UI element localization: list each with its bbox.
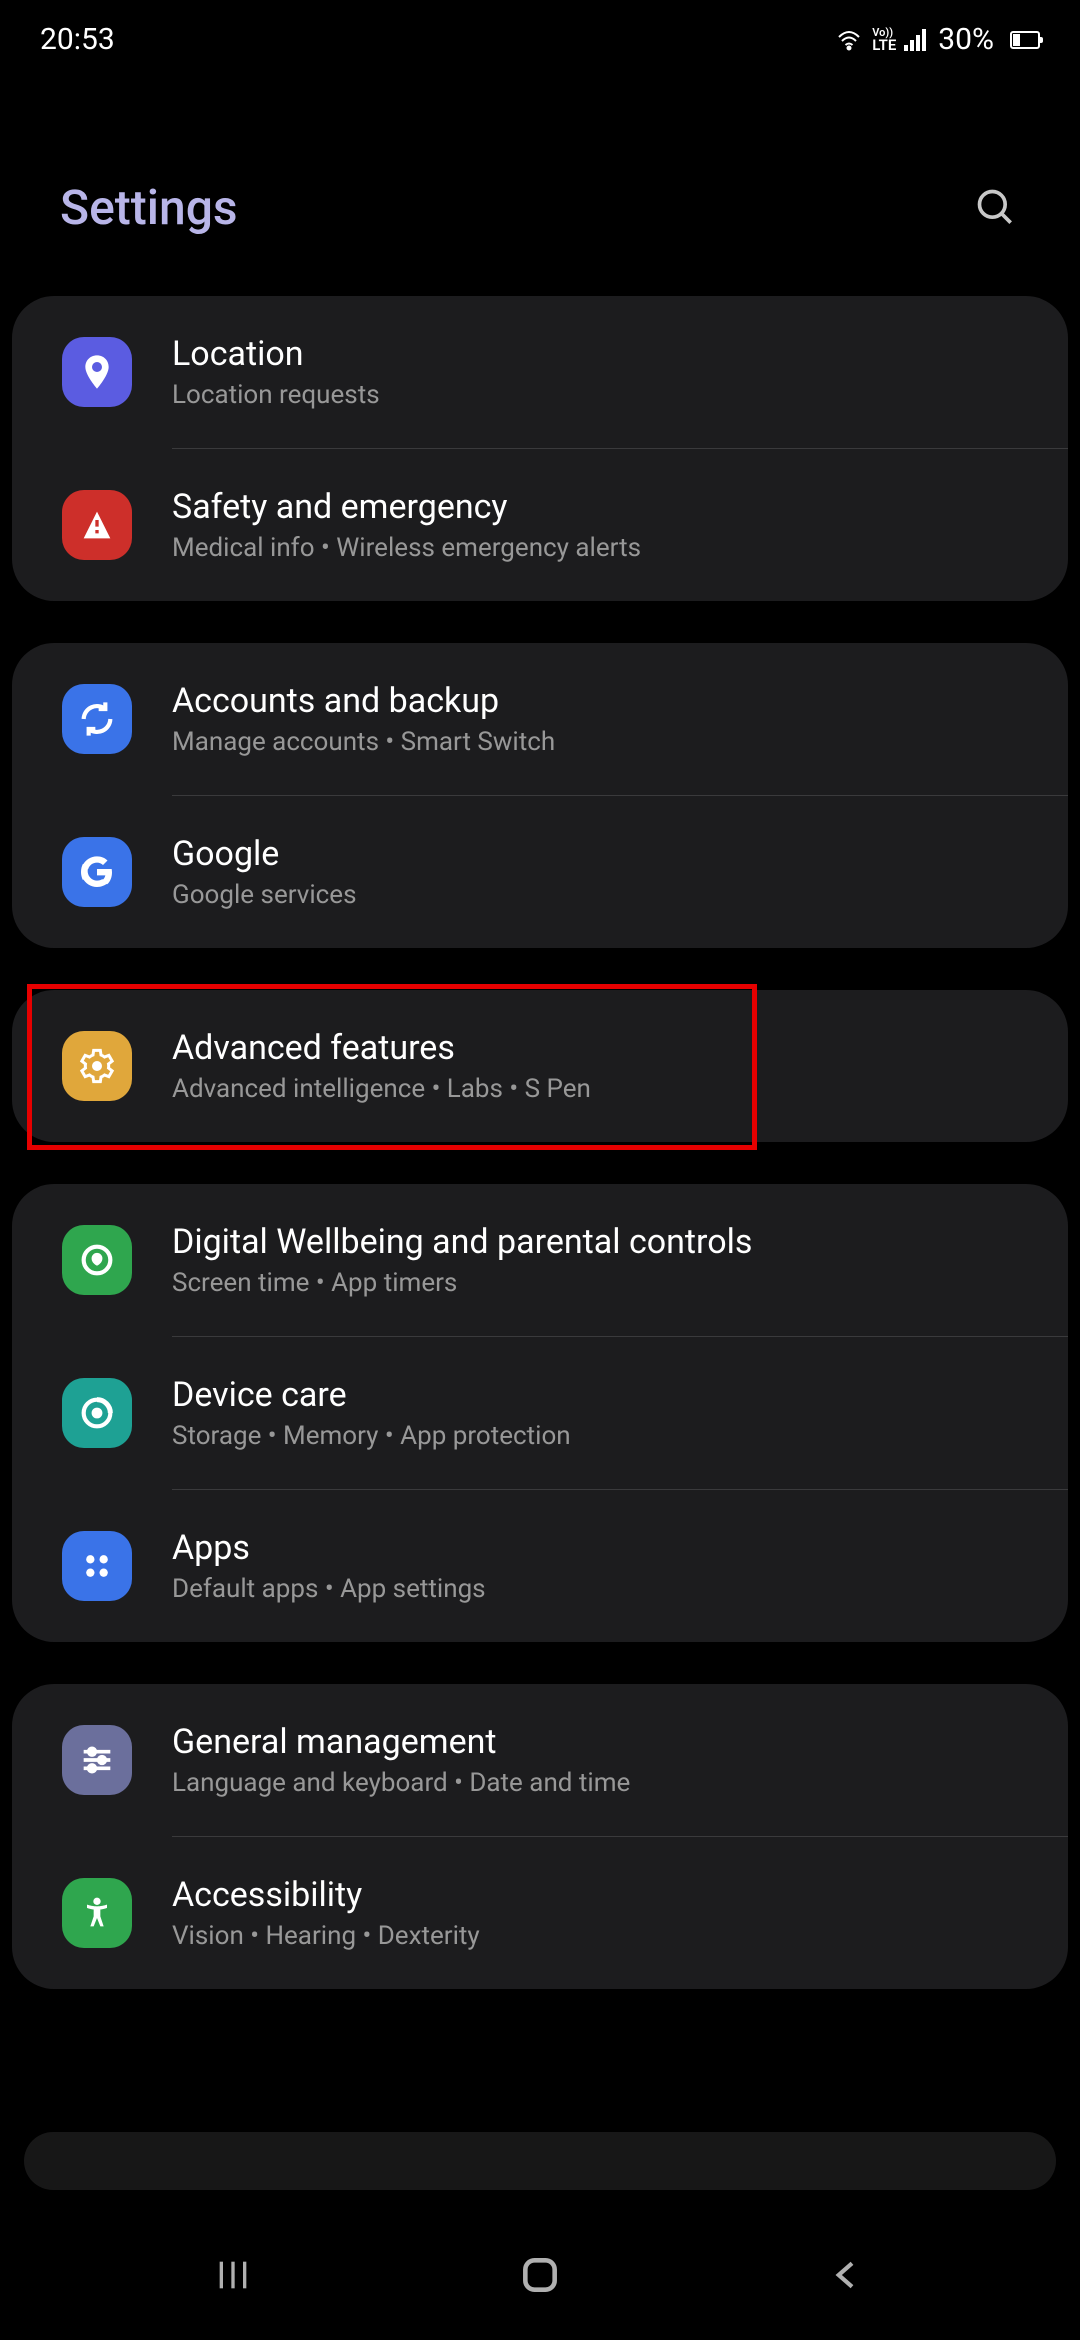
accessibility-icon bbox=[62, 1878, 132, 1948]
item-title: Accounts and backup bbox=[172, 681, 1018, 721]
item-subtitle: Location requests bbox=[172, 380, 1018, 410]
settings-item-sync[interactable]: Accounts and backup Manage accounts • Sma… bbox=[12, 643, 1068, 795]
settings-item-location[interactable]: Location Location requests bbox=[12, 296, 1068, 448]
back-icon bbox=[827, 2255, 867, 2295]
item-title: Google bbox=[172, 834, 1018, 874]
item-title: Apps bbox=[172, 1528, 1018, 1568]
item-text: Google Google services bbox=[172, 834, 1018, 910]
volte-icon: Vo))LTE bbox=[872, 27, 896, 53]
home-button[interactable] bbox=[510, 2245, 570, 2305]
search-icon bbox=[974, 186, 1018, 230]
apps-icon bbox=[62, 1531, 132, 1601]
settings-group: Advanced features Advanced intelligence •… bbox=[12, 990, 1068, 1142]
settings-item-general[interactable]: General management Language and keyboard … bbox=[12, 1684, 1068, 1836]
item-title: Device care bbox=[172, 1375, 1018, 1415]
bottom-bar bbox=[24, 2132, 1056, 2190]
item-text: Advanced features Advanced intelligence •… bbox=[172, 1028, 1018, 1104]
item-text: Accounts and backup Manage accounts • Sma… bbox=[172, 681, 1018, 757]
settings-item-google[interactable]: Google Google services bbox=[12, 796, 1068, 948]
settings-group: Location Location requests Safety and emer… bbox=[12, 296, 1068, 601]
back-button[interactable] bbox=[817, 2245, 877, 2305]
status-bar: 20:53 Vo))LTE 30% bbox=[0, 0, 1080, 79]
signal-icon bbox=[904, 29, 926, 51]
settings-item-wellbeing[interactable]: Digital Wellbeing and parental controls S… bbox=[12, 1184, 1068, 1336]
item-text: Digital Wellbeing and parental controls S… bbox=[172, 1222, 1018, 1298]
status-time: 20:53 bbox=[40, 22, 115, 57]
item-title: Digital Wellbeing and parental controls bbox=[172, 1222, 1018, 1262]
item-title: Advanced features bbox=[172, 1028, 1018, 1068]
item-text: General management Language and keyboard … bbox=[172, 1722, 1018, 1798]
item-title: Accessibility bbox=[172, 1875, 1018, 1915]
item-subtitle: Vision • Hearing • Dexterity bbox=[172, 1921, 1018, 1951]
home-icon bbox=[518, 2253, 562, 2297]
item-subtitle: Advanced intelligence • Labs • S Pen bbox=[172, 1074, 1018, 1104]
location-icon bbox=[62, 337, 132, 407]
navigation-bar bbox=[0, 2210, 1080, 2340]
item-text: Accessibility Vision • Hearing • Dexterit… bbox=[172, 1875, 1018, 1951]
settings-group: Accounts and backup Manage accounts • Sma… bbox=[12, 643, 1068, 948]
emergency-icon bbox=[62, 490, 132, 560]
item-subtitle: Screen time • App timers bbox=[172, 1268, 1018, 1298]
page-title: Settings bbox=[60, 179, 238, 236]
advanced-icon bbox=[62, 1031, 132, 1101]
status-right: Vo))LTE 30% bbox=[834, 22, 1040, 57]
settings-item-accessibility[interactable]: Accessibility Vision • Hearing • Dexterit… bbox=[12, 1837, 1068, 1989]
settings-item-emergency[interactable]: Safety and emergency Medical info • Wirel… bbox=[12, 449, 1068, 601]
care-icon bbox=[62, 1378, 132, 1448]
settings-item-advanced[interactable]: Advanced features Advanced intelligence •… bbox=[12, 990, 1068, 1142]
battery-icon bbox=[1006, 31, 1040, 49]
general-icon bbox=[62, 1725, 132, 1795]
item-title: Location bbox=[172, 334, 1018, 374]
item-title: Safety and emergency bbox=[172, 487, 1018, 527]
item-text: Safety and emergency Medical info • Wirel… bbox=[172, 487, 1018, 563]
item-title: General management bbox=[172, 1722, 1018, 1762]
item-text: Device care Storage • Memory • App protec… bbox=[172, 1375, 1018, 1451]
settings-group: General management Language and keyboard … bbox=[12, 1684, 1068, 1989]
settings-item-care[interactable]: Device care Storage • Memory • App protec… bbox=[12, 1337, 1068, 1489]
item-subtitle: Medical info • Wireless emergency alerts bbox=[172, 533, 1018, 563]
recents-icon bbox=[213, 2255, 253, 2295]
item-text: Location Location requests bbox=[172, 334, 1018, 410]
item-subtitle: Storage • Memory • App protection bbox=[172, 1421, 1018, 1451]
item-subtitle: Google services bbox=[172, 880, 1018, 910]
recents-button[interactable] bbox=[203, 2245, 263, 2305]
sync-icon bbox=[62, 684, 132, 754]
item-subtitle: Manage accounts • Smart Switch bbox=[172, 727, 1018, 757]
battery-text: 30% bbox=[938, 22, 994, 57]
settings-group: Digital Wellbeing and parental controls S… bbox=[12, 1184, 1068, 1642]
item-subtitle: Language and keyboard • Date and time bbox=[172, 1768, 1018, 1798]
google-icon bbox=[62, 837, 132, 907]
wellbeing-icon bbox=[62, 1225, 132, 1295]
item-subtitle: Default apps • App settings bbox=[172, 1574, 1018, 1604]
wifi-icon bbox=[834, 28, 864, 52]
header: Settings bbox=[0, 79, 1080, 296]
search-button[interactable] bbox=[972, 184, 1020, 232]
settings-list: Location Location requests Safety and emer… bbox=[0, 296, 1080, 1989]
settings-item-apps[interactable]: Apps Default apps • App settings bbox=[12, 1490, 1068, 1642]
item-text: Apps Default apps • App settings bbox=[172, 1528, 1018, 1604]
